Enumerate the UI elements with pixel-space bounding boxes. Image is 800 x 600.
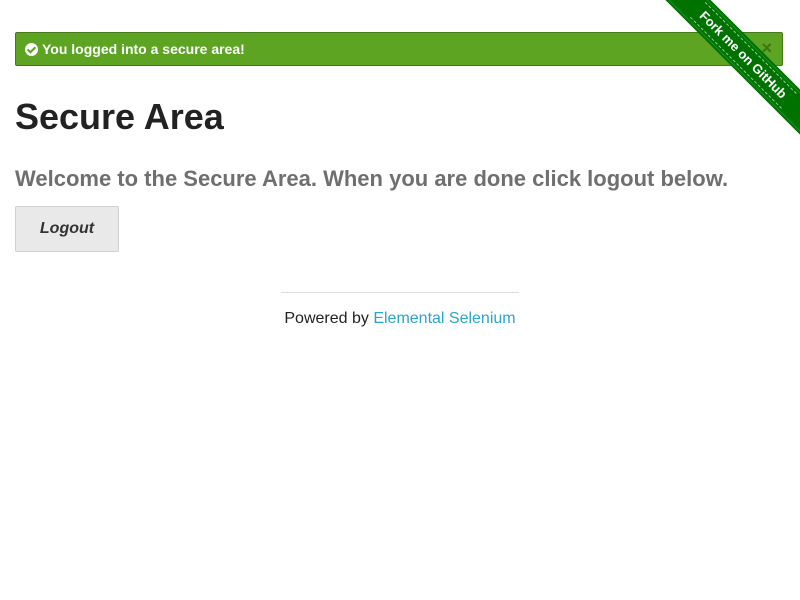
- welcome-subheader: Welcome to the Secure Area. When you are…: [15, 166, 729, 191]
- page-title: Secure Area: [15, 96, 224, 137]
- logout-button[interactable]: Logout: [15, 206, 119, 252]
- flash-message-text: You logged into a secure area!: [42, 41, 245, 57]
- footer-divider: [281, 292, 519, 293]
- fork-me-github-ribbon[interactable]: Fork me on GitHub: [655, 0, 800, 143]
- check-circle-icon: [25, 42, 38, 56]
- github-ribbon-container: Fork me on GitHub: [651, 0, 800, 149]
- logout-button-label: Logout: [39, 220, 95, 237]
- ribbon-label: Fork me on GitHub: [689, 1, 797, 109]
- footer-prefix: Powered by: [284, 310, 374, 327]
- footer: Powered by Elemental Selenium: [0, 310, 800, 328]
- page: You logged into a secure area! × Fork me…: [0, 0, 800, 600]
- elemental-selenium-link[interactable]: Elemental Selenium: [373, 310, 515, 327]
